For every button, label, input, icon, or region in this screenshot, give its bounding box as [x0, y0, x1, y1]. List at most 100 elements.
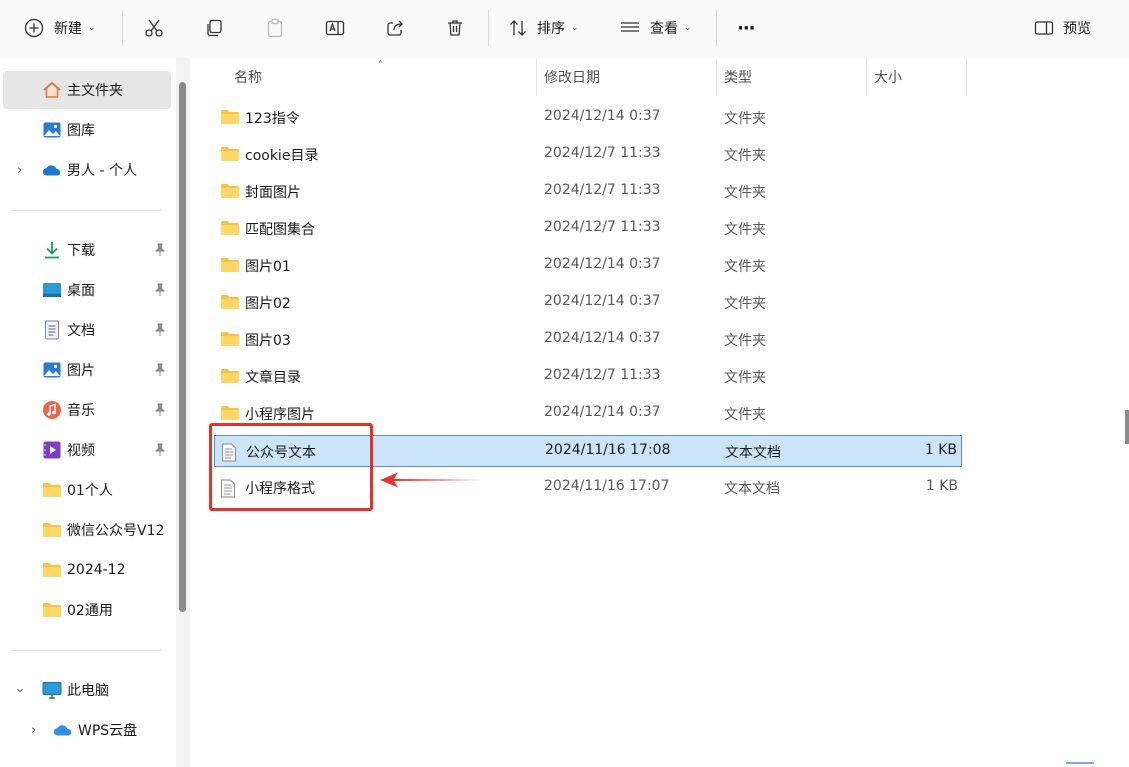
- pin-icon[interactable]: [153, 443, 167, 457]
- home-icon: [42, 80, 62, 100]
- sidebar-item-folder-2024-12[interactable]: 2024-12: [3, 551, 171, 589]
- file-row[interactable]: 文章目录 2024/12/7 11:33 文件夹: [214, 361, 962, 393]
- column-header-label: 名称: [234, 70, 262, 86]
- rename-icon: [325, 20, 345, 36]
- view-button[interactable]: 查看 ⌄: [620, 8, 692, 48]
- column-divider[interactable]: [716, 58, 717, 96]
- share-icon: [387, 20, 403, 36]
- sidebar-item-label: 文档: [67, 323, 95, 339]
- sidebar-item-desktop[interactable]: 桌面: [3, 271, 171, 309]
- folder-icon: [220, 220, 240, 238]
- view-button-label: 查看: [650, 21, 678, 37]
- column-divider[interactable]: [966, 58, 967, 96]
- file-row[interactable]: cookie目录 2024/12/7 11:33 文件夹: [214, 139, 962, 171]
- file-type: 文件夹: [724, 259, 766, 275]
- paste-button[interactable]: [265, 8, 285, 48]
- sidebar-item-gallery[interactable]: 图库: [3, 111, 171, 149]
- sidebar-item-label: 图库: [67, 123, 95, 139]
- sidebar-item-music[interactable]: 音乐: [3, 391, 171, 429]
- sidebar-item-this-pc[interactable]: › 此电脑: [3, 671, 171, 709]
- wps-cloud-icon: [53, 720, 73, 740]
- chevron-right-icon[interactable]: ›: [31, 723, 36, 738]
- this-pc-icon: [42, 680, 62, 700]
- file-name: 文章目录: [245, 370, 301, 386]
- pin-icon[interactable]: [153, 243, 167, 257]
- folder-icon: [42, 520, 62, 540]
- file-row[interactable]: 图片03 2024/12/14 0:37 文件夹: [214, 324, 962, 356]
- paste-icon: [267, 18, 283, 38]
- column-divider[interactable]: [536, 58, 537, 96]
- column-header-modified[interactable]: 修改日期: [544, 58, 600, 96]
- pin-icon[interactable]: [153, 283, 167, 297]
- pin-icon[interactable]: [153, 323, 167, 337]
- folder-icon: [220, 183, 240, 201]
- folder-icon: [220, 146, 240, 164]
- sidebar-scrollbar-thumb[interactable]: [179, 82, 186, 612]
- delete-button[interactable]: [445, 8, 465, 48]
- trash-icon: [448, 20, 462, 36]
- cut-button[interactable]: [144, 8, 164, 48]
- sidebar-item-home[interactable]: 主文件夹: [3, 71, 171, 109]
- column-header-label: 修改日期: [544, 70, 600, 86]
- chevron-down-icon[interactable]: ›: [12, 687, 27, 692]
- column-header-type[interactable]: 类型: [724, 58, 752, 96]
- sidebar-item-label: 音乐: [67, 403, 95, 419]
- sidebar-item-wps-cloud[interactable]: › WPS云盘: [3, 711, 171, 749]
- new-button-label: 新建: [54, 21, 82, 37]
- plus-circle-icon: [24, 18, 44, 38]
- folder-icon: [42, 480, 62, 500]
- file-name: 图片01: [245, 259, 291, 275]
- sidebar-item-label: 视频: [67, 443, 95, 459]
- share-button[interactable]: [385, 8, 405, 48]
- folder-icon: [42, 600, 62, 620]
- sidebar-item-label: 下载: [67, 243, 95, 259]
- column-header-label: 类型: [724, 70, 752, 86]
- file-row[interactable]: 封面图片 2024/12/7 11:33 文件夹: [214, 176, 962, 208]
- toolbar-divider: [488, 10, 489, 46]
- command-bar: 新建 ⌄ 排序 ⌄ 查看 ⌄ ··· 预览: [0, 0, 1129, 58]
- copy-button[interactable]: [204, 8, 224, 48]
- sidebar-item-folder-01[interactable]: 01个人: [3, 471, 171, 509]
- sort-button[interactable]: 排序 ⌄: [508, 8, 579, 48]
- new-button[interactable]: 新建 ⌄: [24, 8, 96, 48]
- file-row[interactable]: 图片01 2024/12/14 0:37 文件夹: [214, 250, 962, 282]
- navigation-pane: 主文件夹 图库 › 男人 - 个人 下载 桌面 文档 图片 音乐 视频 01个人…: [0, 58, 176, 767]
- onedrive-cloud-icon: [42, 160, 62, 180]
- download-icon: [42, 240, 62, 260]
- file-name: 匹配图集合: [245, 222, 315, 238]
- sidebar-item-documents[interactable]: 文档: [3, 311, 171, 349]
- column-header-size[interactable]: 大小: [874, 58, 902, 96]
- file-modified-date: 2024/12/7 11:33: [544, 367, 661, 383]
- file-type: 文件夹: [724, 222, 766, 238]
- column-divider[interactable]: [866, 58, 867, 96]
- chevron-down-icon: ⌄: [88, 23, 96, 33]
- file-name: 图片02: [245, 296, 291, 312]
- toolbar-divider: [122, 10, 123, 46]
- preview-pane-icon: [1034, 21, 1054, 35]
- sidebar-item-downloads[interactable]: 下载: [3, 231, 171, 269]
- sidebar-item-label: 此电脑: [67, 683, 109, 699]
- pin-icon[interactable]: [153, 363, 167, 377]
- status-bar-view-toggle[interactable]: [1066, 762, 1094, 764]
- chevron-right-icon[interactable]: ›: [17, 163, 22, 178]
- sort-button-label: 排序: [537, 21, 565, 37]
- pin-icon[interactable]: [153, 403, 167, 417]
- more-options-button[interactable]: ···: [737, 8, 755, 48]
- file-row[interactable]: 图片02 2024/12/14 0:37 文件夹: [214, 287, 962, 319]
- sidebar-item-folder-02[interactable]: 02通用: [3, 591, 171, 629]
- document-icon: [42, 320, 62, 340]
- rename-button[interactable]: [325, 8, 345, 48]
- file-row[interactable]: 匹配图集合 2024/12/7 11:33 文件夹: [214, 213, 962, 245]
- preview-pane-button[interactable]: 预览: [1034, 8, 1091, 48]
- file-row[interactable]: 123指令 2024/12/14 0:37 文件夹: [214, 102, 962, 134]
- file-type: 文件夹: [724, 111, 766, 127]
- file-modified-date: 2024/12/14 0:37: [544, 330, 661, 346]
- sidebar-item-onedrive[interactable]: › 男人 - 个人: [3, 151, 171, 189]
- sidebar-item-pictures[interactable]: 图片: [3, 351, 171, 389]
- copy-icon: [207, 19, 222, 37]
- file-name: 封面图片: [245, 185, 301, 201]
- column-header-name[interactable]: 名称: [234, 58, 262, 96]
- sidebar-item-videos[interactable]: 视频: [3, 431, 171, 469]
- sidebar-item-folder-wechat[interactable]: 微信公众号V12: [3, 511, 171, 549]
- window-edge-marker: [1125, 410, 1129, 444]
